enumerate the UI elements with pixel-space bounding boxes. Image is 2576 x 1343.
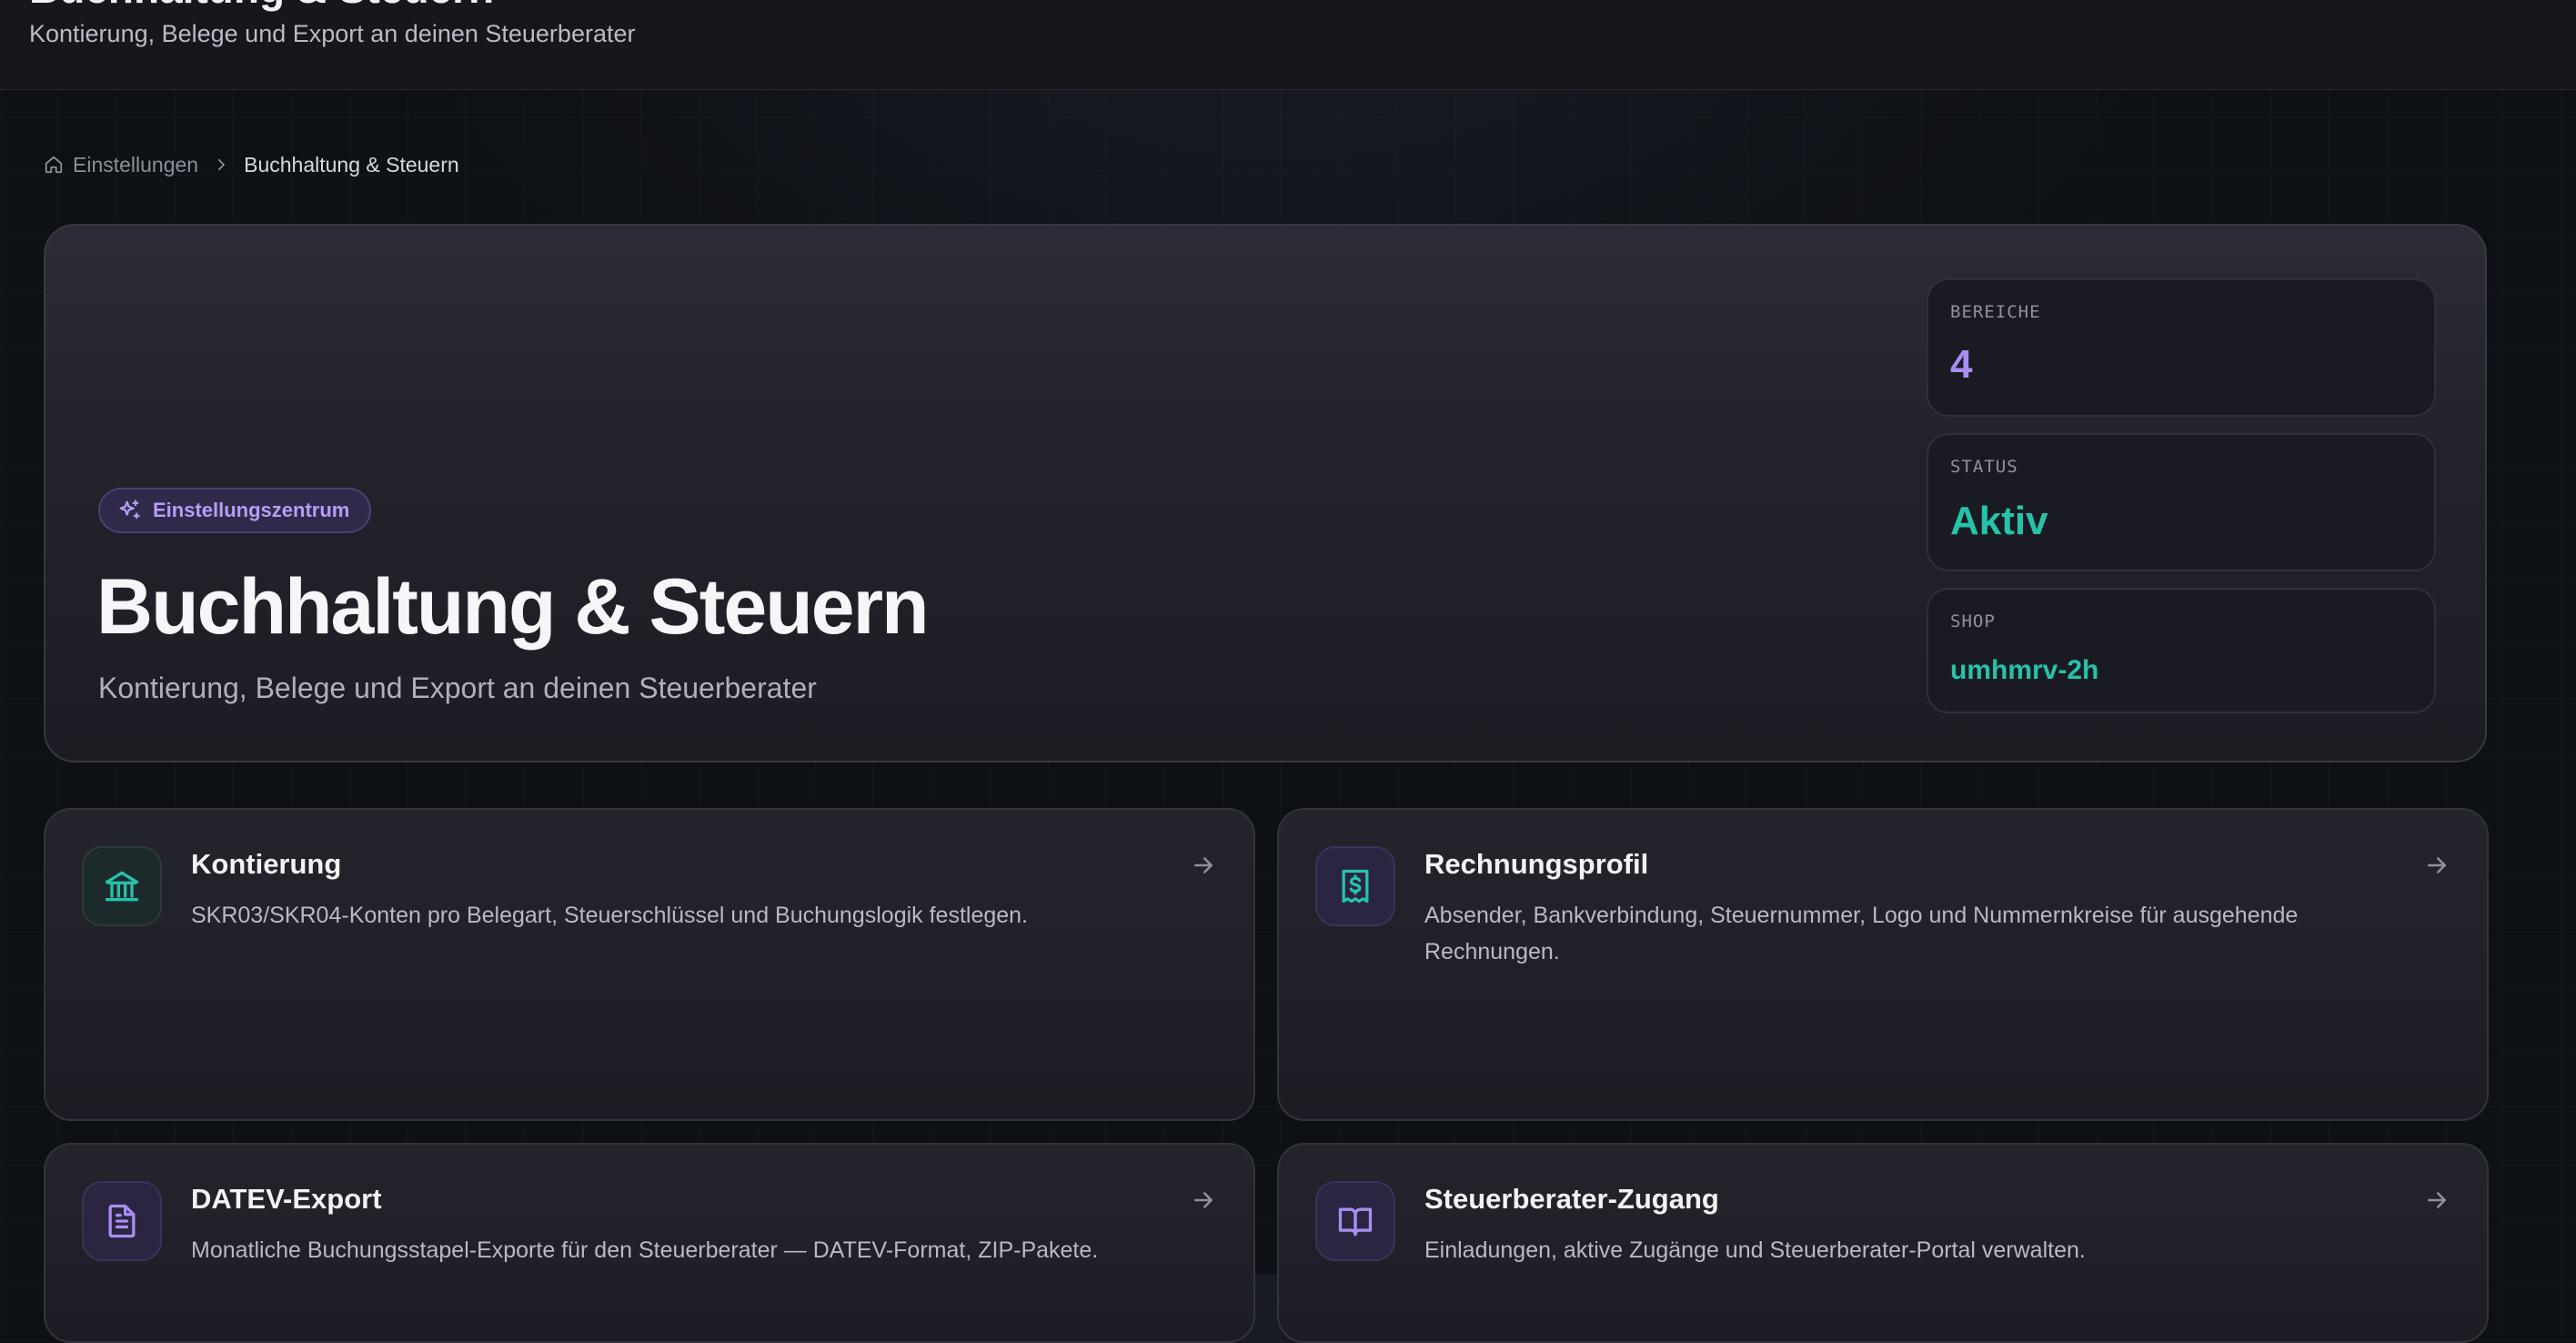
- hero-badge: Einstellungszentrum: [98, 488, 372, 533]
- arrow-right-icon[interactable]: [2423, 1186, 2450, 1214]
- header-subtitle: Kontierung, Belege und Export an deinen …: [29, 20, 636, 47]
- card-rechnungsprofil[interactable]: Rechnungsprofil Absender, Bankverbindung…: [1277, 808, 2489, 1121]
- stat-value: umhmrv-2h: [1950, 655, 2099, 685]
- card-description: Monatliche Buchungsstapel-Exporte für de…: [191, 1237, 1099, 1263]
- stat-value: 4: [1950, 342, 1973, 387]
- card-description: Einladungen, aktive Zugänge und Steuerbe…: [1424, 1237, 2086, 1263]
- card-icon-box: [1315, 846, 1395, 926]
- card-title: Kontierung: [191, 848, 342, 880]
- chevron-right-icon: [217, 158, 226, 171]
- card-title: Rechnungsprofil: [1424, 848, 1649, 880]
- hero-badge-label: Einstellungszentrum: [153, 499, 350, 521]
- card-description: SKR03/SKR04-Konten pro Belegart, Steuers…: [191, 903, 1029, 928]
- card-description: Absender, Bankverbindung, Steuernummer, …: [1424, 903, 2299, 964]
- arrow-right-icon[interactable]: [1190, 1186, 1217, 1214]
- arrow-right-icon[interactable]: [1190, 852, 1217, 879]
- stat-label: STATUS: [1950, 457, 2018, 477]
- receipt-icon: [1342, 869, 1369, 904]
- breadcrumb: Einstellungen Buchhaltung & Steuern: [44, 149, 459, 180]
- stat-label: SHOP: [1950, 611, 1996, 631]
- card-icon-box: [82, 846, 162, 926]
- home-icon[interactable]: [44, 155, 64, 175]
- bank-icon: [105, 871, 139, 902]
- page-subtitle: Kontierung, Belege und Export an deinen …: [98, 672, 817, 704]
- card-datev-export[interactable]: DATEV-Export Monatliche Buchungsstapel-E…: [44, 1143, 1255, 1343]
- stat-card-bereiche: BEREICHE 4: [1927, 278, 2436, 417]
- hero-panel: Einstellungszentrum Buchhaltung & Steuer…: [44, 224, 2487, 762]
- book-open-icon: [1338, 1207, 1373, 1237]
- header-title: Buchhaltung & Steuern: [29, 0, 494, 13]
- stat-card-status: STATUS Aktiv: [1927, 433, 2436, 571]
- card-icon-box: [82, 1181, 162, 1261]
- stat-value: Aktiv: [1950, 499, 2048, 543]
- top-header: Buchhaltung & Steuern Kontierung, Belege…: [0, 0, 2576, 90]
- document-icon: [108, 1204, 136, 1238]
- card-steuerberater-zugang[interactable]: Steuerberater-Zugang Einladungen, aktive…: [1277, 1143, 2489, 1343]
- card-kontierung[interactable]: Kontierung SKR03/SKR04-Konten pro Belega…: [44, 808, 1255, 1121]
- arrow-right-icon[interactable]: [2423, 852, 2450, 879]
- page-title: Buchhaltung & Steuern: [96, 563, 930, 651]
- card-icon-box: [1315, 1181, 1395, 1261]
- breadcrumb-current: Buchhaltung & Steuern: [244, 152, 459, 177]
- stat-label: BEREICHE: [1950, 302, 2041, 322]
- breadcrumb-parent-link[interactable]: Einstellungen: [73, 153, 198, 177]
- stat-card-shop: SHOP umhmrv-2h: [1927, 588, 2436, 713]
- card-title: DATEV-Export: [191, 1183, 382, 1215]
- card-title: Steuerberater-Zugang: [1424, 1183, 1719, 1215]
- sparkles-icon: [119, 500, 140, 520]
